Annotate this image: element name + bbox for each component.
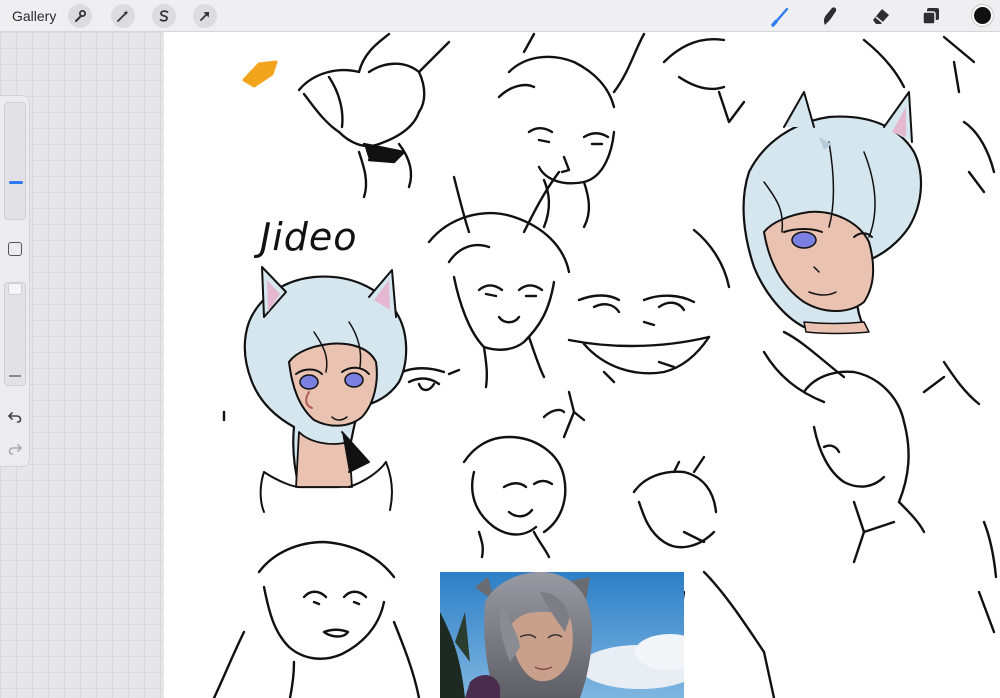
brush-size-slider[interactable] xyxy=(4,102,26,220)
selection-s-icon xyxy=(159,10,169,22)
redo-button[interactable] xyxy=(7,442,23,456)
wrench-icon xyxy=(75,10,86,22)
brush-opacity-slider[interactable] xyxy=(4,282,26,386)
selection-button[interactable] xyxy=(152,4,176,28)
adjustments-button[interactable] xyxy=(111,4,135,28)
left-sidebar xyxy=(0,95,30,467)
top-toolbar: Gallery xyxy=(0,0,1000,32)
orange-color-swatch xyxy=(242,60,278,88)
sketch-head-6 xyxy=(802,360,981,564)
color-picker-button[interactable] xyxy=(972,5,993,26)
layers-icon xyxy=(922,8,939,25)
eraser-button[interactable] xyxy=(869,4,893,28)
square-modifier-icon[interactable] xyxy=(8,242,22,256)
reference-photo-image xyxy=(440,572,684,698)
sketch-eye-small xyxy=(400,367,461,392)
colored-head-right xyxy=(742,91,922,335)
smudge-icon xyxy=(823,7,837,25)
brush-size-thumb[interactable] xyxy=(9,181,23,184)
layers-button[interactable] xyxy=(919,4,943,28)
sketch-head-1 xyxy=(297,32,451,199)
sketch-face-center xyxy=(567,294,711,384)
magic-wand-icon xyxy=(117,10,129,22)
arrow-cursor-icon xyxy=(200,12,209,21)
undo-button[interactable] xyxy=(7,410,23,424)
transform-button[interactable] xyxy=(193,4,217,28)
sketch-head-2 xyxy=(497,32,646,229)
reference-photo xyxy=(440,572,684,698)
colored-head-left xyxy=(243,266,408,513)
eraser-icon xyxy=(873,9,889,24)
opacity-marker xyxy=(9,375,21,377)
handwritten-name-label: Jideo xyxy=(260,215,358,259)
gallery-button[interactable]: Gallery xyxy=(12,6,56,26)
sketch-head-4 xyxy=(462,390,586,559)
actions-button[interactable] xyxy=(68,4,92,28)
redo-icon xyxy=(8,444,22,455)
drawing-canvas[interactable]: Jideo xyxy=(164,32,1000,698)
sketch-head-7 xyxy=(212,540,421,698)
undo-icon xyxy=(8,412,22,423)
brush-icon xyxy=(771,7,789,27)
brush-opacity-thumb[interactable] xyxy=(8,283,22,295)
brush-button[interactable] xyxy=(769,4,793,28)
smudge-button[interactable] xyxy=(818,4,842,28)
